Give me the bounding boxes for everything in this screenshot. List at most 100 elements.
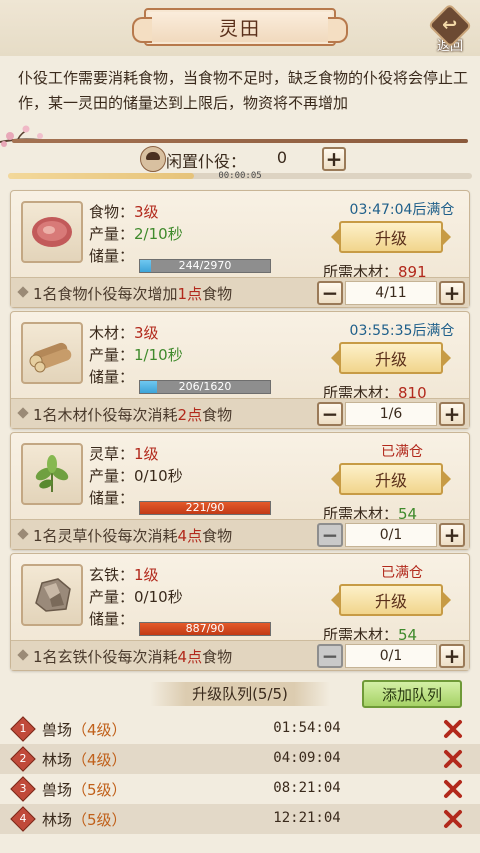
diamond-bullet-icon [17, 528, 29, 540]
field-card-wood: 木材：3级 产量：1/10秒 储量： 206/1620 03:55:35后满仓 … [10, 311, 470, 429]
rate-label: 产量： [89, 225, 135, 243]
queue-number-badge: 1 [10, 716, 36, 742]
diamond-bullet-icon [17, 407, 29, 419]
recruit-timer: 00:00:05 [218, 171, 262, 181]
decrease-servant-button[interactable]: − [317, 281, 343, 305]
queue-item: 4 林场（5级） 12:21:04 [0, 804, 480, 834]
stock-bar: 206/1620 [139, 380, 271, 394]
idle-count: 0 [276, 148, 288, 167]
divider [12, 139, 468, 143]
rate-value: 0/10秒 [134, 467, 183, 485]
queue-title: 升级队列(5/5) [150, 682, 330, 706]
queue-item-time: 04:09:04 [273, 750, 341, 766]
upgrade-queue-header: 升级队列(5/5) 添加队列 [0, 680, 480, 710]
cancel-icon[interactable] [442, 778, 464, 800]
field-name-row: 食物：3级 [89, 201, 159, 222]
back-button[interactable]: ↩ 返回 [427, 3, 473, 54]
stock-value: 221/90 [185, 501, 225, 514]
queue-item: 3 兽场（5级） 08:21:04 [0, 774, 480, 804]
rate-label: 产量： [89, 588, 135, 606]
queue-item-name: 林场（4级） [42, 751, 127, 769]
queue-item-name: 兽场（5级） [42, 781, 127, 799]
queue-number-badge: 2 [10, 746, 36, 772]
idle-label: 闲置仆役： [166, 152, 247, 171]
rate-label: 产量： [89, 467, 135, 485]
diamond-bullet-icon [17, 649, 29, 661]
field-name: 木材： [89, 324, 135, 342]
full-timer: 03:55:35后满仓 [349, 323, 455, 339]
field-name: 玄铁： [89, 566, 135, 584]
footer-text: 1名玄铁仆役每次消耗4点食物 [33, 648, 233, 666]
upgrade-button[interactable]: 升级 [339, 221, 443, 253]
stock-bar: 244/2970 [139, 259, 271, 273]
cancel-icon[interactable] [442, 748, 464, 770]
add-servant-button[interactable]: + [322, 147, 346, 171]
herb-icon [21, 443, 83, 505]
card-footer: 1名灵草仆役每次消耗4点食物 − 0/1 + [11, 519, 469, 549]
increase-servant-button[interactable]: + [439, 281, 465, 305]
queue-item-name: 林场（5级） [42, 811, 127, 829]
field-card-food: 食物：3级 产量：2/10秒 储量： 244/2970 03:47:04后满仓 … [10, 190, 470, 308]
stock-label: 储量： [89, 610, 135, 628]
card-footer: 1名食物仆役每次增加1点食物 − 4/11 + [11, 277, 469, 307]
increase-servant-button[interactable]: + [439, 644, 465, 668]
stock-label: 储量： [89, 489, 135, 507]
stock-value: 244/2970 [178, 259, 232, 272]
field-name-row: 灵草：1级 [89, 443, 159, 464]
servant-stepper-value: 1/6 [345, 402, 437, 426]
increase-servant-button[interactable]: + [439, 523, 465, 547]
servant-stepper-value: 0/1 [345, 644, 437, 668]
queue-item: 1 兽场（4级） 01:54:04 [0, 714, 480, 744]
stock-bar: 221/90 [139, 501, 271, 515]
ore-icon [21, 564, 83, 626]
footer-text: 1名木材仆役每次消耗2点食物 [33, 406, 233, 424]
servant-icon [140, 146, 166, 172]
field-level: 1级 [134, 445, 159, 463]
rate-label: 产量： [89, 346, 135, 364]
field-card-herb: 灵草：1级 产量：0/10秒 储量： 221/90 已满仓 升级 所需木材：54… [10, 432, 470, 550]
log-icon [21, 322, 83, 384]
meat-icon [21, 201, 83, 263]
field-level: 1级 [134, 566, 159, 584]
field-rate-row: 产量：2/10秒 [89, 223, 183, 244]
card-footer: 1名木材仆役每次消耗2点食物 − 1/6 + [11, 398, 469, 428]
servant-stepper-value: 0/1 [345, 523, 437, 547]
stock-value: 206/1620 [178, 380, 232, 393]
field-level: 3级 [134, 324, 159, 342]
servant-stepper-value: 4/11 [345, 281, 437, 305]
add-queue-button[interactable]: 添加队列 [362, 680, 462, 708]
field-name-row: 木材：3级 [89, 322, 159, 343]
decrease-servant-button[interactable]: − [317, 402, 343, 426]
footer-text: 1名灵草仆役每次消耗4点食物 [33, 527, 233, 545]
queue-number-badge: 3 [10, 776, 36, 802]
field-card-iron: 玄铁：1级 产量：0/10秒 储量： 887/90 已满仓 升级 所需木材：54… [10, 553, 470, 671]
cancel-icon[interactable] [442, 718, 464, 740]
page-title: 灵田 [132, 8, 348, 46]
full-status: 已满仓 [381, 444, 423, 460]
queue-item-name: 兽场（4级） [42, 721, 127, 739]
recruit-progress: 00:00:05 [8, 171, 472, 183]
cancel-icon[interactable] [442, 808, 464, 830]
field-name: 食物： [89, 203, 135, 221]
idle-servants-row: 闲置仆役： 0 + [0, 146, 480, 172]
decrease-servant-button[interactable]: − [317, 644, 343, 668]
diamond-bullet-icon [17, 286, 29, 298]
queue-item: 2 林场（4级） 04:09:04 [0, 744, 480, 774]
upgrade-button[interactable]: 升级 [339, 342, 443, 374]
increase-servant-button[interactable]: + [439, 402, 465, 426]
queue-number-badge: 4 [10, 806, 36, 832]
full-timer: 03:47:04后满仓 [349, 202, 455, 218]
field-rate-row: 产量：0/10秒 [89, 586, 183, 607]
rate-value: 0/10秒 [134, 588, 183, 606]
rate-value: 2/10秒 [134, 225, 183, 243]
decrease-servant-button[interactable]: − [317, 523, 343, 547]
upgrade-button[interactable]: 升级 [339, 463, 443, 495]
upgrade-button[interactable]: 升级 [339, 584, 443, 616]
stock-label: 储量： [89, 368, 135, 386]
queue-item-time: 08:21:04 [273, 780, 341, 796]
full-status: 已满仓 [381, 565, 423, 581]
field-rate-row: 产量：0/10秒 [89, 465, 183, 486]
stock-label: 储量： [89, 247, 135, 265]
back-arrow-icon: ↩ [427, 3, 473, 48]
card-footer: 1名玄铁仆役每次消耗4点食物 − 0/1 + [11, 640, 469, 670]
